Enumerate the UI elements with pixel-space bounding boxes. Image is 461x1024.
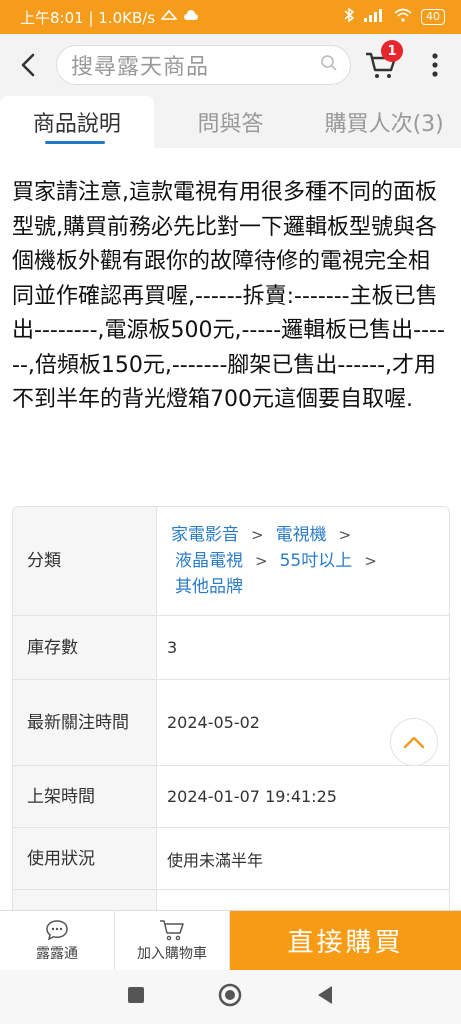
cart-badge: 1 [381,40,403,62]
cart-icon [160,919,184,940]
search-input[interactable]: 搜尋露天商品 [56,45,351,85]
category-link[interactable]: 55吋以上 [280,551,353,571]
spec-row-stock: 庫存數 3 [13,616,449,680]
cart-button[interactable]: 1 [351,34,411,96]
spec-row-last-watch: 最新關注時間 2024-05-02 [13,680,449,766]
category-link[interactable]: 家電影音 [171,525,239,545]
product-description: 買家請注意,這款電視有用很多種不同的面板型號,購買前務必先比對一下邏輯板型號與各… [12,180,445,412]
chevron-up-icon [403,736,425,749]
chat-label: 露露通 [36,945,78,962]
back-button[interactable] [0,34,56,96]
tab-description[interactable]: 商品說明 [0,96,154,148]
status-bar: 上午8:01 | 1.0KB/s 40 [0,0,461,34]
tab-purchases[interactable]: 購買人次(3) [307,96,461,148]
category-link[interactable]: 其他品牌 [175,577,243,597]
bottom-action-bar: 露露通 加入購物車 直接購買 [0,910,461,970]
signal-icon [363,8,385,26]
spec-value-stock: 3 [167,638,178,657]
spec-row-category: 分類 家電影音 > 電視機 > 液晶電視 >55吋以上 > 其他品牌 [13,507,449,616]
notification-icon [160,8,178,26]
more-button[interactable] [411,34,459,96]
scroll-top-button[interactable] [390,718,438,766]
breadcrumb-separator: > [338,526,352,544]
status-left: 上午8:01 | 1.0KB/s [20,7,199,28]
system-nav-bar [0,970,461,1024]
tab-label: 購買人次(3) [324,112,444,137]
chat-icon [46,919,68,940]
bluetooth-icon [343,7,355,27]
search-icon [320,54,338,76]
square-icon [127,987,144,1003]
tab-bar: 商品說明 問與答 購買人次(3) [0,96,461,148]
category-breadcrumb: 家電影音 > 電視機 > 液晶電視 >55吋以上 > 其他品牌 [171,522,389,600]
battery-icon: 40 [421,9,445,25]
breadcrumb-separator: > [251,526,264,544]
spec-value-category: 家電影音 > 電視機 > 液晶電視 >55吋以上 > 其他品牌 [157,507,449,615]
breadcrumb-separator: > [255,552,268,570]
spec-key: 最新關注時間 [13,680,157,765]
spec-row-condition: 使用狀況 使用未滿半年 [13,828,449,890]
tab-qa[interactable]: 問與答 [154,96,308,148]
status-time: 上午8:01 | 1.0KB/s [20,8,156,27]
wifi-icon [393,8,413,26]
spec-key: 庫存數 [13,616,157,679]
spec-value-condition: 使用未滿半年 [167,850,264,870]
top-bar: 搜尋露天商品 1 [0,34,461,96]
category-link[interactable]: 電視機 [276,525,327,545]
recent-apps-button[interactable] [127,986,145,1008]
circle-icon [219,983,242,1007]
buy-now-button[interactable]: 直接購買 [230,911,461,970]
status-right: 40 [343,7,445,27]
more-vertical-icon [432,53,438,77]
spec-value-listed: 2024-01-07 19:41:25 [167,787,337,806]
chevron-left-icon [21,53,35,77]
spec-key: 上架時間 [13,766,157,827]
add-to-cart-label: 加入購物車 [137,945,207,962]
tab-active-indicator [45,141,105,144]
back-nav-button[interactable] [316,985,334,1009]
home-button[interactable] [218,983,242,1011]
tab-label: 商品說明 [32,112,121,137]
category-link[interactable]: 液晶電視 [175,551,243,571]
add-to-cart-button[interactable]: 加入購物車 [115,911,230,970]
spec-table: 分類 家電影音 > 電視機 > 液晶電視 >55吋以上 > 其他品牌 庫存數 3 最新關注… [12,506,450,921]
spec-row-listed: 上架時間 2024-01-07 19:41:25 [13,766,449,828]
triangle-left-icon [318,986,333,1004]
cloud-icon [183,8,199,26]
spec-key: 使用狀況 [13,828,157,889]
breadcrumb-separator: > [364,552,377,570]
search-placeholder: 搜尋露天商品 [71,55,210,80]
tab-label: 問與答 [197,112,264,137]
spec-key: 分類 [13,507,157,615]
chat-button[interactable]: 露露通 [0,911,115,970]
